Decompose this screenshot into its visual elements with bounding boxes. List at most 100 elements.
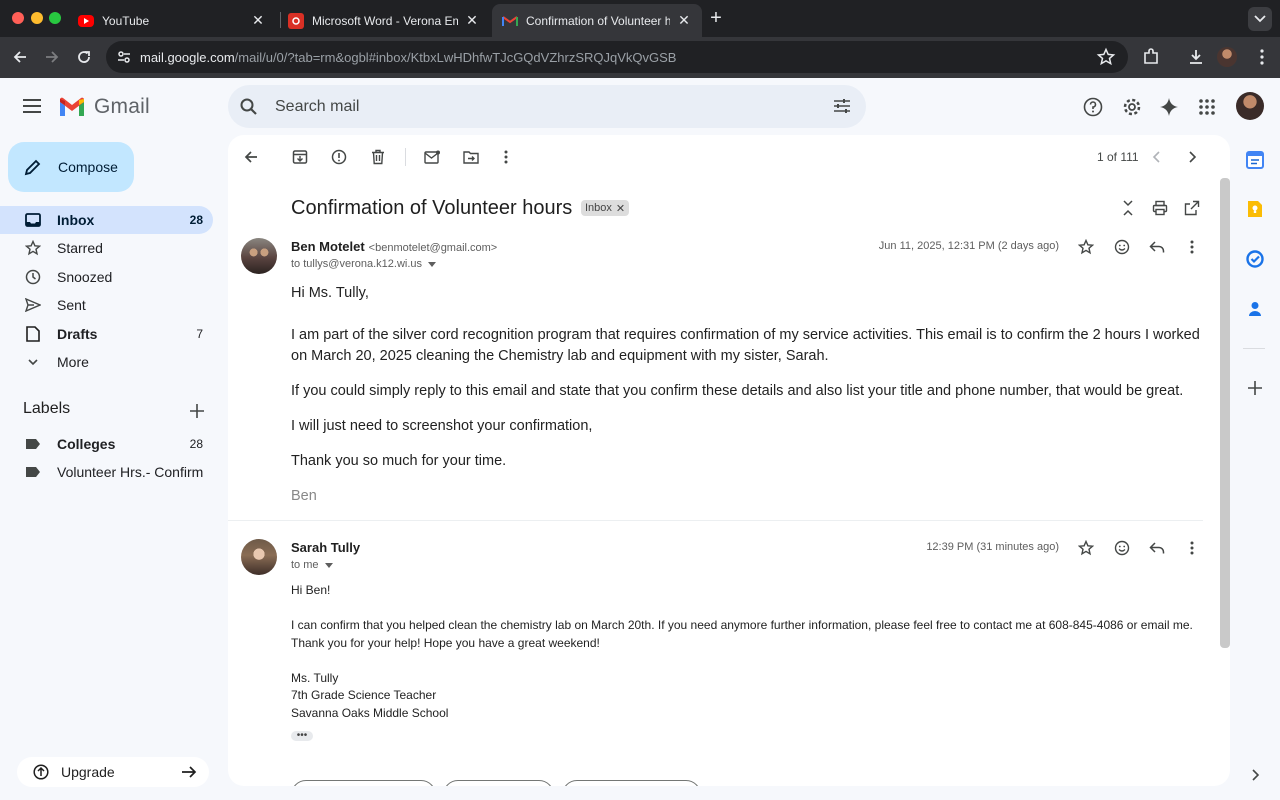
browser-menu-button[interactable] bbox=[1250, 45, 1274, 69]
close-tab-icon[interactable]: ✕ bbox=[250, 12, 266, 29]
sender-name[interactable]: Sarah Tully bbox=[291, 540, 360, 555]
gmail-logo[interactable]: Gmail bbox=[58, 95, 150, 119]
message-body: Hi Ms. Tully, I am part of the silver co… bbox=[291, 283, 1201, 521]
delete-button[interactable] bbox=[368, 147, 388, 167]
address-bar[interactable]: mail.google.com/mail/u/0/?tab=rm&ogbl#in… bbox=[106, 41, 1128, 73]
toolbar-divider bbox=[405, 148, 406, 166]
sidebar-item-inbox[interactable]: Inbox 28 bbox=[0, 206, 213, 234]
sidebar-item-label-colleges[interactable]: Colleges 28 bbox=[0, 430, 213, 458]
search-icon[interactable] bbox=[239, 97, 259, 117]
star-button[interactable] bbox=[1076, 538, 1096, 558]
settings-button[interactable] bbox=[1120, 95, 1144, 119]
caret-down-icon[interactable] bbox=[324, 562, 333, 568]
more-actions-button[interactable] bbox=[496, 147, 516, 167]
recipients-line[interactable]: to me bbox=[291, 559, 333, 571]
sender-name[interactable]: Ben Motelet <benmotelet@gmail.com> bbox=[291, 239, 497, 254]
help-icon bbox=[1083, 97, 1103, 117]
tab-title: YouTube bbox=[102, 13, 150, 28]
close-tab-icon[interactable]: ✕ bbox=[464, 12, 480, 29]
minimize-window-button[interactable] bbox=[31, 12, 43, 24]
sidebar-item-snoozed[interactable]: Snoozed bbox=[0, 263, 213, 291]
reply-action-button[interactable] bbox=[291, 780, 436, 786]
nav-label: Starred bbox=[57, 240, 103, 256]
sidebar-item-sent[interactable]: Sent bbox=[0, 291, 213, 319]
tab-youtube[interactable]: YouTube ✕ bbox=[68, 4, 276, 37]
search-bar[interactable] bbox=[228, 85, 866, 128]
hide-side-panel-button[interactable] bbox=[1245, 765, 1265, 785]
keep-app-button[interactable] bbox=[1245, 199, 1265, 219]
open-in-new-icon bbox=[1184, 200, 1200, 216]
sidebar-item-label-volunteer[interactable]: Volunteer Hrs.- Confirm... bbox=[0, 458, 213, 486]
remove-label-icon[interactable]: ✕ bbox=[616, 202, 625, 215]
sender-avatar[interactable] bbox=[241, 539, 277, 575]
gemini-button[interactable] bbox=[1157, 95, 1181, 119]
new-tab-button[interactable]: + bbox=[706, 8, 726, 29]
forward-action-button[interactable] bbox=[562, 780, 701, 786]
open-new-window-button[interactable] bbox=[1182, 198, 1202, 218]
reply-button[interactable] bbox=[1147, 237, 1167, 257]
back-button[interactable] bbox=[8, 45, 32, 69]
forward-button[interactable] bbox=[40, 45, 64, 69]
downloads-button[interactable] bbox=[1184, 45, 1208, 69]
print-all-button[interactable] bbox=[1150, 198, 1170, 218]
apps-grid-icon bbox=[1199, 99, 1215, 115]
scrollbar-thumb[interactable] bbox=[1220, 178, 1230, 648]
recipients-line[interactable]: to tullys@verona.k12.wi.us bbox=[291, 258, 437, 270]
tab-word-document[interactable]: Microsoft Word - Verona Emp ✕ bbox=[278, 4, 490, 37]
compose-button[interactable]: Compose bbox=[8, 142, 134, 192]
nav-label: Volunteer Hrs.- Confirm... bbox=[57, 464, 203, 480]
back-to-inbox-button[interactable] bbox=[241, 147, 261, 167]
search-input[interactable] bbox=[275, 97, 815, 116]
collapse-all-button[interactable] bbox=[1118, 198, 1138, 218]
show-trimmed-content-button[interactable]: ••• bbox=[291, 731, 313, 741]
extensions-button[interactable] bbox=[1139, 45, 1163, 69]
account-avatar[interactable] bbox=[1236, 92, 1264, 120]
mark-unread-button[interactable] bbox=[422, 147, 442, 167]
bookmark-star-icon[interactable] bbox=[1096, 47, 1116, 67]
emoji-icon bbox=[1114, 239, 1130, 255]
main-menu-icon[interactable] bbox=[20, 94, 44, 118]
profile-avatar[interactable] bbox=[1217, 47, 1237, 67]
add-reaction-button[interactable] bbox=[1112, 538, 1132, 558]
report-spam-button[interactable] bbox=[329, 147, 349, 167]
reply-all-action-button[interactable] bbox=[443, 780, 554, 786]
search-options-icon[interactable] bbox=[832, 96, 852, 116]
archive-button[interactable] bbox=[290, 147, 310, 167]
reload-button[interactable] bbox=[72, 45, 96, 69]
trash-icon bbox=[372, 149, 384, 165]
older-button[interactable] bbox=[1182, 147, 1202, 167]
send-icon bbox=[24, 296, 42, 314]
tasks-app-button[interactable] bbox=[1245, 249, 1265, 269]
close-tab-icon[interactable]: ✕ bbox=[676, 12, 692, 29]
chevron-down-icon bbox=[24, 353, 42, 371]
sidebar-item-drafts[interactable]: Drafts 7 bbox=[0, 320, 213, 348]
newer-button[interactable] bbox=[1147, 147, 1167, 167]
star-button[interactable] bbox=[1076, 237, 1096, 257]
tab-search-button[interactable] bbox=[1248, 7, 1272, 31]
caret-down-icon[interactable] bbox=[428, 261, 437, 267]
maximize-window-button[interactable] bbox=[49, 12, 61, 24]
sender-avatar[interactable] bbox=[241, 238, 277, 274]
site-settings-icon[interactable] bbox=[114, 47, 134, 67]
tab-gmail-active[interactable]: Confirmation of Volunteer ho ✕ bbox=[492, 4, 702, 37]
pager-count: 1 of 111 bbox=[1097, 150, 1139, 164]
clock-icon bbox=[24, 268, 42, 286]
move-to-button[interactable] bbox=[461, 147, 481, 167]
add-label-icon[interactable] bbox=[188, 402, 206, 420]
inbox-label-chip[interactable]: Inbox ✕ bbox=[581, 200, 630, 216]
upgrade-button[interactable]: Upgrade bbox=[17, 757, 209, 787]
google-apps-button[interactable] bbox=[1195, 95, 1219, 119]
close-window-button[interactable] bbox=[12, 12, 24, 24]
support-button[interactable] bbox=[1081, 95, 1105, 119]
message-more-button[interactable] bbox=[1182, 237, 1202, 257]
sidebar-item-starred[interactable]: Starred bbox=[0, 234, 213, 262]
reload-icon bbox=[78, 51, 90, 63]
calendar-app-button[interactable] bbox=[1245, 150, 1265, 170]
reply-button[interactable] bbox=[1147, 538, 1167, 558]
contacts-app-button[interactable] bbox=[1245, 299, 1265, 319]
sparkle-icon bbox=[1160, 98, 1178, 116]
get-addons-button[interactable] bbox=[1245, 378, 1265, 398]
sidebar-item-more[interactable]: More bbox=[0, 348, 213, 376]
add-reaction-button[interactable] bbox=[1112, 237, 1132, 257]
message-more-button[interactable] bbox=[1182, 538, 1202, 558]
